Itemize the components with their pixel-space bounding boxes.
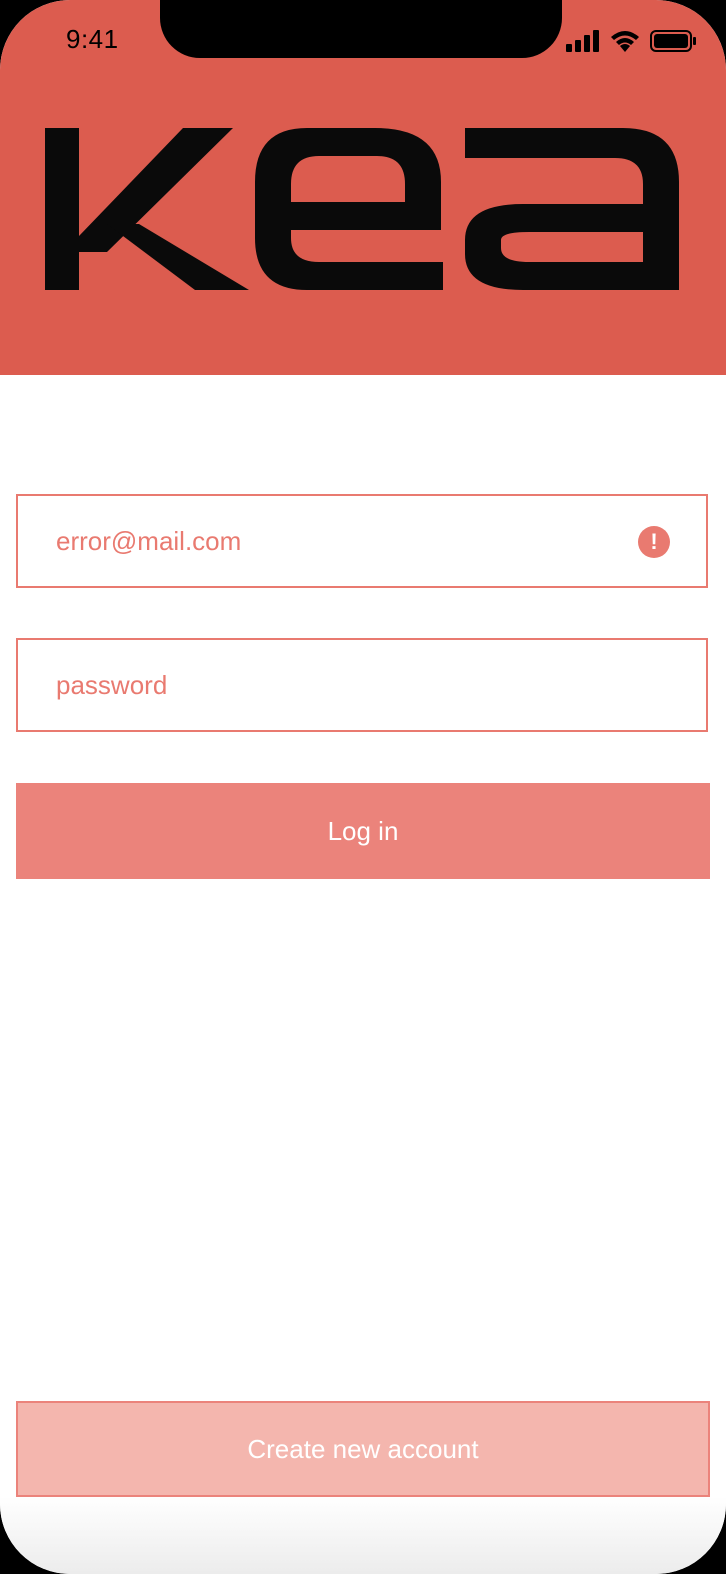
status-time: 9:41 [66, 24, 119, 54]
device-notch [160, 0, 562, 58]
status-icons [566, 30, 696, 57]
exclamation-circle-icon: ! [638, 526, 670, 558]
kea-logo [45, 128, 679, 295]
password-field[interactable]: password [16, 638, 708, 732]
cellular-signal-icon [566, 30, 600, 57]
battery-icon [650, 30, 696, 57]
wifi-icon [610, 30, 640, 57]
bottom-area [0, 1497, 726, 1574]
login-button[interactable]: Log in [16, 783, 710, 879]
phone-screen: 9:41 error@mail.com ! password Log in Cr… [0, 0, 726, 1574]
email-value: error@mail.com [56, 526, 242, 556]
password-placeholder: password [56, 670, 168, 700]
email-field[interactable]: error@mail.com ! [16, 494, 708, 588]
create-account-button[interactable]: Create new account [16, 1401, 710, 1497]
